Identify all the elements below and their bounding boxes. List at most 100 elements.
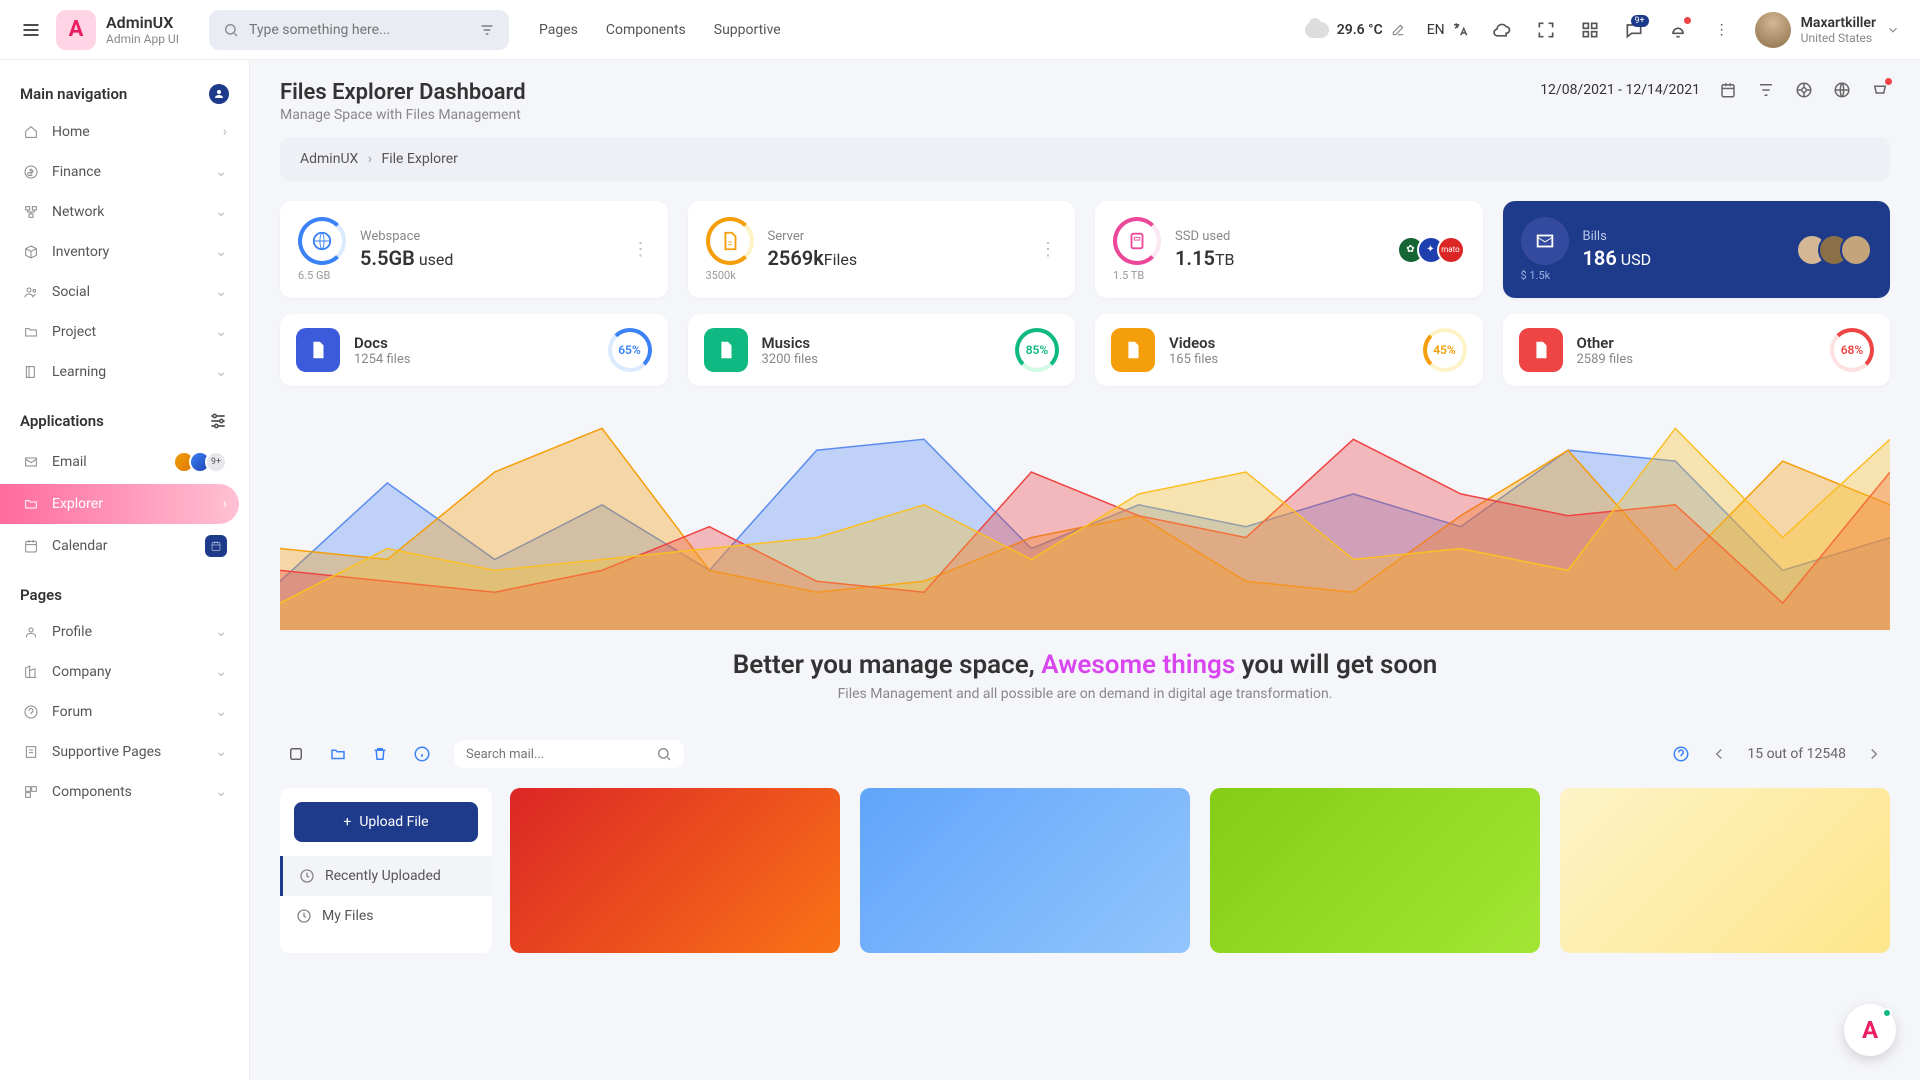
folder-icon[interactable] [328,744,348,764]
company-icon [22,663,40,681]
stat-card-ssd-used[interactable]: 1.5 TB SSD used 1.15TB ✿✦mato [1095,201,1483,298]
stat-card-bills[interactable]: $ 1.5k Bills 186 USD [1503,201,1891,298]
type-count: 165 files [1169,352,1218,367]
type-card-musics[interactable]: Musics 3200 files 85% [688,314,1076,386]
calendar-icon[interactable] [1718,80,1738,100]
user-icon[interactable] [209,84,229,104]
sidebar-item-components[interactable]: Components ⌄ [10,772,239,812]
cart-icon[interactable] [1870,80,1890,100]
stat-ring-icon [1113,217,1161,265]
files-side-item[interactable]: My Files [280,896,492,936]
sidebar-item-company[interactable]: Company ⌄ [10,652,239,692]
folder-icon [22,323,40,341]
files-sidebar: + Upload File Recently Uploaded My Files [280,788,492,953]
fab-button[interactable]: A [1844,1004,1896,1056]
sidebar-item-email[interactable]: Email9+ [10,440,239,484]
sidebar-item-learning[interactable]: Learning ⌄ [10,352,239,392]
edit-icon[interactable] [1391,23,1405,37]
type-title: Musics [762,334,818,352]
stat-value: 1.15TB [1175,246,1234,270]
hero-title: Better you manage space, Awesome things … [280,650,1890,680]
prev-icon[interactable] [1709,744,1729,764]
type-card-docs[interactable]: Docs 1254 files 65% [280,314,668,386]
crumb-root[interactable]: AdminUX [300,151,358,167]
sidebar-item-label: Finance [52,164,101,180]
sidebar-item-label: Network [52,204,104,220]
sidebar-item-forum[interactable]: Forum ⌄ [10,692,239,732]
sidebar-item-explorer[interactable]: Explorer› [0,484,239,524]
brand[interactable]: A AdminUX Admin App UI [56,10,179,50]
apps-grid-icon[interactable] [1579,19,1601,41]
mail-icon [22,453,40,471]
type-card-other[interactable]: Other 2589 files 68% [1503,314,1891,386]
support-icon[interactable] [1794,80,1814,100]
pages-icon [22,743,40,761]
stat-label: Bills [1583,229,1652,244]
upload-button[interactable]: + Upload File [294,802,478,842]
settings-icon[interactable] [207,410,229,432]
sidebar-item-home[interactable]: Home › [10,112,239,152]
topnav-pages[interactable]: Pages [539,22,578,38]
info-icon[interactable] [412,744,432,764]
chevron-icon: › [223,496,227,512]
select-all-icon[interactable] [286,744,306,764]
filter-icon[interactable] [1756,80,1776,100]
brand-avatars: ✿✦mato [1405,236,1465,264]
brand-sub: Admin App UI [106,32,179,46]
sidebar-item-social[interactable]: Social ⌄ [10,272,239,312]
topnav-components[interactable]: Components [606,22,686,38]
chevron-icon: ⌄ [215,244,227,260]
filter-icon[interactable] [479,22,495,38]
help-icon[interactable] [1671,744,1691,764]
topnav-supportive[interactable]: Supportive [714,22,781,38]
messages-badge: 9+ [1631,15,1649,27]
next-icon[interactable] [1864,744,1884,764]
sidebar-item-label: Email [52,454,87,470]
stat-card-server[interactable]: 3500k Server 2569kFiles ⋮ [688,201,1076,298]
user-location: United States [1801,31,1876,45]
stat-card-webspace[interactable]: 6.5 GB Webspace 5.5GB used ⋮ [280,201,668,298]
menu-toggle[interactable] [20,19,42,41]
more-icon[interactable]: ⋮ [632,239,650,260]
fullscreen-icon[interactable] [1535,19,1557,41]
file-thumb[interactable] [860,788,1190,953]
bell-icon[interactable] [1667,19,1689,41]
sidebar-item-label: Profile [52,624,92,640]
sidebar-item-inventory[interactable]: Inventory ⌄ [10,232,239,272]
global-search[interactable] [209,10,509,50]
sidebar-item-network[interactable]: Network ⌄ [10,192,239,232]
book-icon [22,363,40,381]
stat-value: 2569kFiles [768,246,858,270]
sidebar-item-supportive-pages[interactable]: Supportive Pages ⌄ [10,732,239,772]
files-search[interactable] [454,740,684,768]
file-thumb[interactable] [1210,788,1540,953]
chevron-down-icon [1886,23,1900,37]
more-icon[interactable]: ⋮ [1039,239,1057,260]
file-thumb[interactable] [510,788,840,953]
files-side-item[interactable]: Recently Uploaded [280,856,492,896]
plus-icon: + [343,814,351,830]
sidebar-item-calendar[interactable]: Calendar [10,524,239,568]
more-icon[interactable]: ⋮ [1711,19,1733,41]
header: A AdminUX Admin App UI Pages Components … [0,0,1920,60]
file-thumb[interactable] [1560,788,1890,953]
files-search-input[interactable] [466,747,656,762]
stat-label: Webspace [360,229,453,244]
lang-switcher[interactable]: EN [1427,21,1469,39]
delete-icon[interactable] [370,744,390,764]
cart-dot [1885,78,1892,85]
stat-sub: 6.5 GB [298,269,346,282]
type-title: Videos [1169,334,1218,352]
user-menu[interactable]: Maxartkiller United States [1755,12,1900,48]
date-range[interactable]: 12/08/2021 - 12/14/2021 [1540,82,1700,98]
search-input[interactable] [249,22,469,38]
messages-icon[interactable]: 9+ [1623,19,1645,41]
sidebar-item-project[interactable]: Project ⌄ [10,312,239,352]
stat-value: 186 USD [1583,246,1652,270]
globe-settings-icon[interactable] [1832,80,1852,100]
cloud-sync-icon[interactable] [1491,19,1513,41]
type-card-videos[interactable]: Videos 165 files 45% [1095,314,1483,386]
page-subtitle: Manage Space with Files Management [280,107,526,123]
sidebar-item-profile[interactable]: Profile ⌄ [10,612,239,652]
sidebar-item-finance[interactable]: Finance ⌄ [10,152,239,192]
